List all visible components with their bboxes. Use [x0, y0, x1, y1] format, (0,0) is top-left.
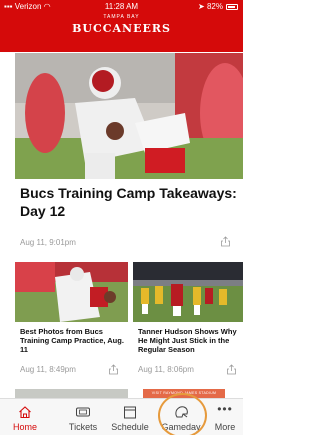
hero-title[interactable]: Bucs Training Camp Takeaways: Day 12 [20, 184, 242, 220]
card-title[interactable]: Tanner Hudson Shows Why He Might Just St… [138, 327, 243, 354]
hero-date: Aug 11, 9:01pm [20, 238, 76, 247]
card-image [15, 262, 128, 322]
share-icon[interactable] [226, 364, 237, 375]
status-bar: ▪▪▪ Verizon ◠ 11:28 AM ➤ 82% [0, 2, 243, 14]
card-date: Aug 11, 8:06pm [138, 365, 194, 374]
card-title[interactable]: Best Photos from Bucs Training Camp Prac… [20, 327, 125, 354]
location-icon: ➤ [198, 2, 207, 11]
tab-schedule[interactable]: Schedule [108, 399, 152, 435]
card-date: Aug 11, 8:49pm [20, 365, 76, 374]
calendar-icon [124, 406, 136, 419]
tab-label: Home [12, 422, 37, 432]
battery-icon [226, 4, 238, 10]
news-card[interactable]: Tanner Hudson Shows Why He Might Just St… [133, 262, 246, 383]
hero-image[interactable] [15, 53, 243, 179]
home-icon [19, 406, 31, 419]
gameday-highlight-circle [158, 393, 207, 435]
next-card-image [15, 389, 128, 398]
team-location: TAMPA BAY [103, 14, 140, 20]
tab-label: Schedule [111, 422, 149, 432]
ticket-icon [76, 407, 90, 417]
more-icon: ••• [217, 402, 233, 416]
share-icon[interactable] [220, 236, 231, 247]
battery-percent: ➤ 82% [198, 2, 223, 11]
news-card[interactable]: Best Photos from Bucs Training Camp Prac… [15, 262, 128, 383]
tab-home[interactable]: Home [10, 399, 40, 435]
app-header: ▪▪▪ Verizon ◠ 11:28 AM ➤ 82% TAMPA BAY B… [0, 0, 243, 52]
tab-label: More [214, 422, 236, 432]
tab-more[interactable]: ••• More [210, 399, 240, 435]
team-logo: BUCCANEERS [72, 22, 171, 35]
share-icon[interactable] [108, 364, 119, 375]
card-image [133, 262, 246, 322]
tab-label: Tickets [68, 422, 98, 432]
tab-tickets[interactable]: Tickets [63, 399, 103, 435]
